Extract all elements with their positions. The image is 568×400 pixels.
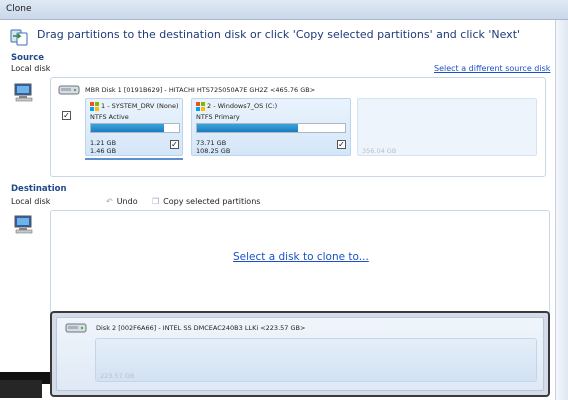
candidate-disk-space: 223.57 GB xyxy=(95,338,537,382)
partition-usage-fill xyxy=(197,124,298,132)
undo-arrow-icon: ↶ xyxy=(106,197,113,206)
window-title: Clone xyxy=(6,4,32,14)
disk-drive-icon xyxy=(65,323,87,333)
partition-type: NTFS Active xyxy=(90,113,129,121)
partition-checkbox[interactable]: ✓ xyxy=(337,140,346,149)
title-bar: Clone xyxy=(0,0,568,20)
computer-icon xyxy=(14,215,33,234)
partition-card-1[interactable]: 1 - SYSTEM_DRV (None) NTFS Active 1.21 G… xyxy=(85,98,183,156)
partition-name: 2 - Windows7_OS (C:) xyxy=(207,102,278,110)
disk-drive-icon xyxy=(58,85,80,95)
partition-total: 108.25 GB xyxy=(196,147,231,155)
undo-label: Undo xyxy=(116,197,138,206)
instruction-text: Drag partitions to the destination disk … xyxy=(37,28,521,41)
partition-name: 1 - SYSTEM_DRV (None) xyxy=(101,102,179,110)
source-title: Source xyxy=(11,53,45,63)
select-clone-target-link[interactable]: Select a disk to clone to... xyxy=(233,251,369,263)
unallocated-space: 356.04 GB xyxy=(357,98,537,156)
partition-type: NTFS Primary xyxy=(196,113,240,121)
undo-button[interactable]: ↶ Undo xyxy=(106,197,138,206)
partition-card-2[interactable]: 2 - Windows7_OS (C:) NTFS Primary 73.71 … xyxy=(191,98,351,156)
partition-used: 73.71 GB xyxy=(196,139,227,147)
source-subtitle: Local disk xyxy=(11,64,51,73)
window-border xyxy=(555,20,568,400)
partition-usage-bar xyxy=(196,123,346,133)
partition-usage-bar xyxy=(90,123,180,133)
candidate-disk-size: 223.57 GB xyxy=(100,372,135,380)
source-disk-label: MBR Disk 1 [0191B629] - HITACHI HTS72505… xyxy=(85,86,316,94)
destination-subtitle: Local disk xyxy=(11,197,51,206)
computer-icon xyxy=(14,83,33,102)
destination-title: Destination xyxy=(11,184,67,194)
copy-label: Copy selected partitions xyxy=(163,197,261,206)
source-disk-checkbox[interactable]: ✓ xyxy=(62,111,71,120)
windows-logo-icon xyxy=(90,102,99,111)
candidate-disk-label: Disk 2 [002F6A66] - INTEL SS DMCEAC240B3… xyxy=(96,324,306,332)
partition-usage-fill xyxy=(91,124,165,132)
clone-header-icon xyxy=(10,29,28,46)
unallocated-size: 356.04 GB xyxy=(362,147,397,155)
partition-selection-underline xyxy=(85,158,183,160)
partition-total: 1.46 GB xyxy=(90,147,117,155)
copy-selected-partitions-button[interactable]: ❐ Copy selected partitions xyxy=(152,197,260,206)
dragged-disk-card[interactable]: Disk 2 [002F6A66] - INTEL SS DMCEAC240B3… xyxy=(50,311,550,397)
source-disk-panel: MBR Disk 1 [0191B629] - HITACHI HTS72505… xyxy=(50,77,546,177)
partition-checkbox[interactable]: ✓ xyxy=(170,140,179,149)
copy-icon: ❐ xyxy=(152,197,160,206)
dragged-disk-inner: Disk 2 [002F6A66] - INTEL SS DMCEAC240B3… xyxy=(56,317,544,391)
windows-logo-icon xyxy=(196,102,205,111)
background-taskbar xyxy=(0,380,42,398)
partition-used: 1.21 GB xyxy=(90,139,117,147)
select-source-link[interactable]: Select a different source disk xyxy=(434,64,550,73)
